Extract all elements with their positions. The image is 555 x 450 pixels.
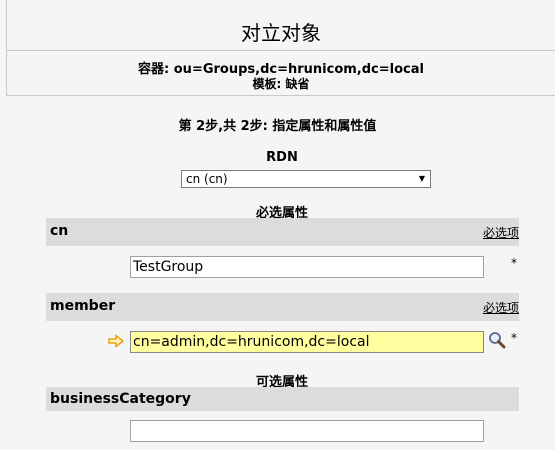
attr-header-businesscategory: businessCategory — [46, 387, 519, 411]
magnifier-icon[interactable] — [488, 331, 506, 349]
rdn-label: RDN — [266, 150, 298, 165]
arrow-right-icon — [108, 334, 124, 348]
required-star-member: * — [511, 331, 517, 345]
required-link-cn[interactable]: 必选项 — [483, 224, 519, 241]
required-star-cn: * — [511, 256, 517, 270]
required-link-member[interactable]: 必选项 — [483, 299, 519, 316]
step-indicator: 第 2步,共 2步: 指定属性和属性值 — [178, 119, 377, 134]
attr-header-cn: cn 必选项 — [46, 218, 519, 246]
template-name: 模板: 缺省 — [252, 77, 310, 91]
attr-name-member: member — [50, 298, 116, 314]
dropdown-arrow-icon: ▼ — [418, 174, 425, 183]
rdn-selected-value: cn (cn) — [186, 172, 228, 186]
attr-name-businesscategory: businessCategory — [50, 391, 191, 407]
attr-name-cn: cn — [50, 223, 69, 239]
page-header: 对立对象 容器: ou=Groups,dc=hrunicom,dc=local … — [6, 0, 555, 96]
cn-input[interactable]: TestGroup — [130, 256, 484, 278]
businesscategory-input[interactable] — [130, 420, 484, 442]
rdn-select[interactable]: cn (cn) ▼ — [181, 170, 431, 188]
page-title: 对立对象 — [241, 21, 321, 45]
member-input[interactable]: cn=admin,dc=hrunicom,dc=local — [130, 331, 484, 353]
attr-header-member: member 必选项 — [46, 293, 519, 321]
header-divider — [7, 50, 555, 51]
